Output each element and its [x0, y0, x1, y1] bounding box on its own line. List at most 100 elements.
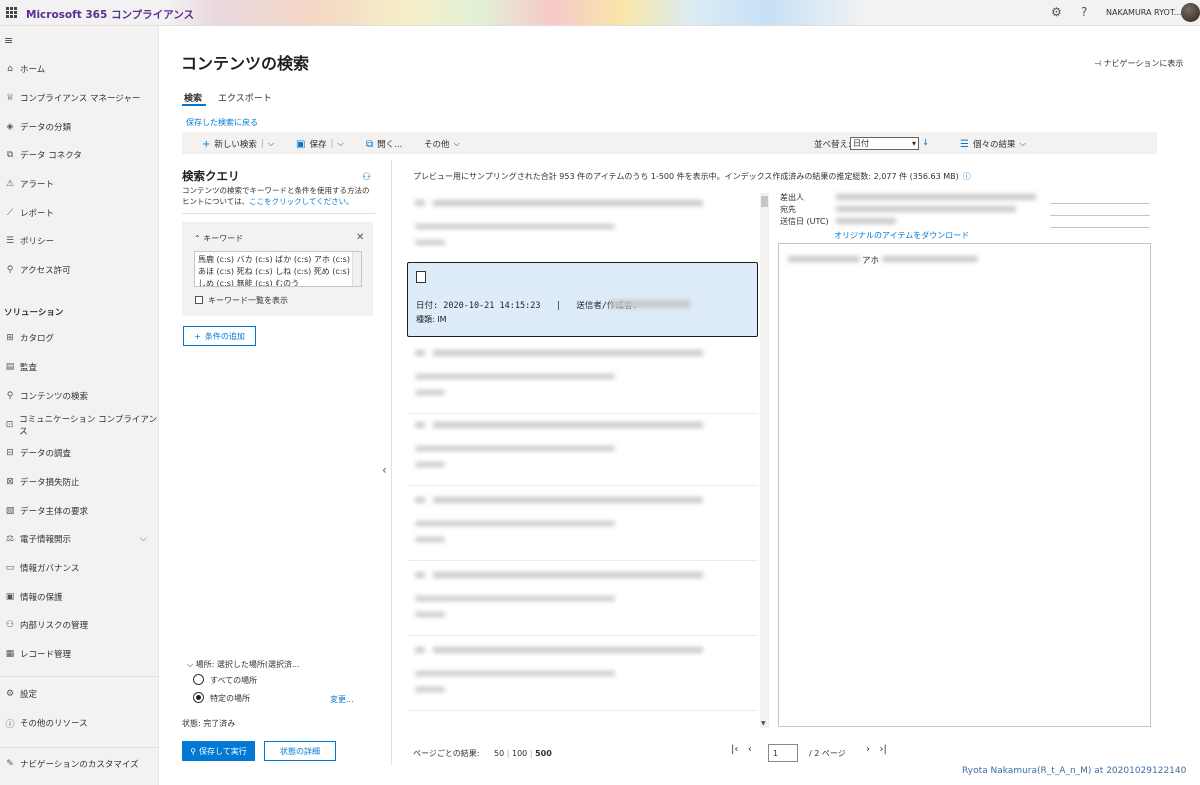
nav-item-label: データの分類 [20, 123, 72, 133]
scroll-down-icon[interactable]: ▼ [761, 720, 766, 727]
chevron-down-icon[interactable]: ⌵ [337, 139, 343, 149]
chevron-down-icon[interactable]: ⌵ [268, 139, 274, 149]
sidebar-item-2[interactable]: ◈ データの分類 [0, 118, 159, 136]
chevron-down-icon[interactable]: ⌵ [140, 534, 147, 544]
open-button[interactable]: ⧉ 開く... [366, 138, 402, 151]
nav-divider [0, 676, 159, 677]
nav-item-label: データ コネクタ [20, 151, 82, 161]
result-item[interactable] [407, 487, 758, 561]
chevron-left-icon[interactable]: ‹ [382, 463, 387, 477]
sidebar-solution-6[interactable]: ▧ データ主体の要求 [0, 502, 159, 520]
keyword-textarea[interactable]: 馬鹿 (c:s) バカ (c:s) ばか (c:s) アホ (c:s) あほ (… [194, 251, 362, 287]
sidebar-bottom-1[interactable]: ⓘ その他のリソース [0, 714, 159, 732]
sidebar-item-6[interactable]: ☰ ポリシー [0, 232, 159, 250]
app-title[interactable]: Microsoft 365 コンプライアンス [26, 7, 194, 22]
location-change-link[interactable]: 変更... [330, 694, 354, 705]
help-icon[interactable]: ? [1081, 5, 1087, 19]
result-item[interactable] [407, 562, 758, 636]
sort-direction-icon[interactable]: ↓ [922, 138, 929, 148]
sidebar-item-5[interactable]: ⟋ レポート [0, 204, 159, 222]
redacted-text [415, 390, 445, 395]
save-button[interactable]: ▣ 保存 | ⌵ [296, 138, 344, 151]
status-detail-button[interactable]: 状態の詳細 [264, 741, 336, 761]
nav-item-label: その他のリソース [20, 719, 88, 729]
per-page-100[interactable]: 100 [512, 749, 527, 758]
result-item[interactable] [407, 190, 758, 264]
sidebar-item-0[interactable]: ⌂ ホーム [0, 60, 159, 78]
pin-icon: ⊣ [1094, 59, 1104, 68]
result-item[interactable] [407, 637, 758, 711]
per-page-options: 50 | 100 | 500 [494, 749, 552, 758]
sidebar-solution-3[interactable]: ⊡ コミュニケーション コンプライアンス [0, 415, 159, 437]
sidebar-solution-2[interactable]: ⚲ コンテンツの検索 [0, 387, 159, 405]
sidebar-bottom-2[interactable]: ✎ ナビゲーションのカスタマイズ [0, 755, 159, 773]
sidebar-item-4[interactable]: ⚠ アラート [0, 175, 159, 193]
sidebar-solution-7[interactable]: ⚖ 電子情報開示 [0, 530, 159, 548]
location-header[interactable]: ⌵ 場所: 選択した場所(選択済... [187, 659, 300, 670]
prev-page-icon[interactable]: ‹ [748, 744, 752, 755]
keyword-list-checkbox[interactable] [195, 296, 203, 304]
location-specific-label: 特定の場所 [210, 694, 250, 703]
keyword-scrollbar[interactable] [352, 252, 361, 286]
hamburger-icon[interactable]: ≡ [4, 34, 13, 47]
sidebar-solution-4[interactable]: ⊟ データの調査 [0, 444, 159, 462]
sidebar-item-7[interactable]: ⚲ アクセス許可 [0, 261, 159, 279]
tab-search[interactable]: 検索 [184, 91, 202, 104]
per-page-500[interactable]: 500 [535, 749, 552, 758]
last-page-icon[interactable]: ›| [880, 744, 887, 755]
help-link[interactable]: ここをクリックしてください。 [249, 197, 354, 206]
sidebar-bottom-0[interactable]: ⚙ 設定 [0, 685, 159, 703]
per-page-50[interactable]: 50 [494, 749, 504, 758]
sidebar-solution-1[interactable]: ▤ 監査 [0, 358, 159, 376]
result-item[interactable] [407, 340, 758, 414]
info-icon[interactable]: ⓘ [963, 172, 971, 181]
sidebar-item-3[interactable]: ⧉ データ コネクタ [0, 146, 159, 164]
preview-body [778, 243, 1151, 727]
redacted-to [836, 206, 1016, 212]
sidebar-solution-10[interactable]: ⚇ 内部リスクの管理 [0, 616, 159, 634]
results-scrollbar-thumb[interactable] [761, 196, 768, 207]
waffle-icon[interactable] [6, 7, 17, 18]
results-scrollbar[interactable] [760, 193, 769, 728]
new-search-button[interactable]: + 新しい検索 | ⌵ [202, 138, 274, 151]
user-name[interactable]: NAKAMURA RYOT... [1106, 8, 1181, 17]
nav-icon: ⚖ [5, 534, 15, 544]
nav-item-label: データ主体の要求 [20, 507, 89, 517]
nav-icon: ⊞ [6, 333, 14, 343]
location-all-radio[interactable] [193, 674, 204, 685]
sidebar-item-1[interactable]: ♕ コンプライアンス マネージャー [0, 89, 159, 107]
keyword-header[interactable]: ⌃ キーワード [194, 233, 243, 244]
redacted-text [415, 572, 425, 578]
sidebar-solution-0[interactable]: ⊞ カタログ [0, 329, 159, 347]
save-and-run-button[interactable]: ⚲ 保存して実行 [182, 741, 255, 761]
redacted-sender [610, 300, 690, 308]
location-specific-radio[interactable] [193, 692, 204, 703]
query-help-icon[interactable]: ⚇ [362, 172, 371, 183]
add-condition-button[interactable]: + 条件の追加 [183, 326, 256, 346]
page-number-input[interactable]: 1 [768, 744, 798, 762]
nav-icon: ⊡ [5, 420, 14, 430]
preview-highlight-word: アホ [862, 256, 880, 266]
view-button[interactable]: ☰ 個々の結果 ⌵ [960, 138, 1026, 151]
tab-export[interactable]: エクスポート [218, 91, 272, 104]
sidebar-solution-5[interactable]: ⊠ データ損失防止 [0, 473, 159, 491]
sidebar-solution-11[interactable]: ▦ レコード管理 [0, 645, 159, 663]
show-navigation-toggle[interactable]: ⊣ ナビゲーションに表示 [1094, 58, 1183, 69]
avatar[interactable] [1181, 3, 1200, 22]
redacted-text [415, 687, 445, 692]
sidebar-solution-8[interactable]: ▭ 情報ガバナンス [0, 559, 159, 577]
result-item[interactable] [407, 412, 758, 486]
saved-searches-link[interactable]: 保存した検索に戻る [186, 117, 258, 128]
gear-icon[interactable]: ⚙ [1051, 5, 1062, 19]
first-page-icon[interactable]: |‹ [731, 744, 738, 755]
nav-item-label: ナビゲーションのカスタマイズ [20, 760, 139, 770]
nav-icon: ⌂ [7, 64, 13, 74]
sidebar-solution-9[interactable]: ▣ 情報の保護 [0, 588, 159, 606]
next-page-icon[interactable]: › [866, 744, 870, 755]
more-button[interactable]: その他 ⌵ [424, 138, 460, 150]
close-icon[interactable]: ✕ [356, 232, 364, 243]
nav-item-label: アクセス許可 [20, 266, 71, 276]
download-original-link[interactable]: オリジナルのアイテムをダウンロード [834, 230, 969, 241]
watermark-text: Ryota Nakamura(R_t_A_n_M) at 20201029122… [962, 766, 1187, 776]
sort-select[interactable]: 日付 ▾ [850, 137, 919, 150]
